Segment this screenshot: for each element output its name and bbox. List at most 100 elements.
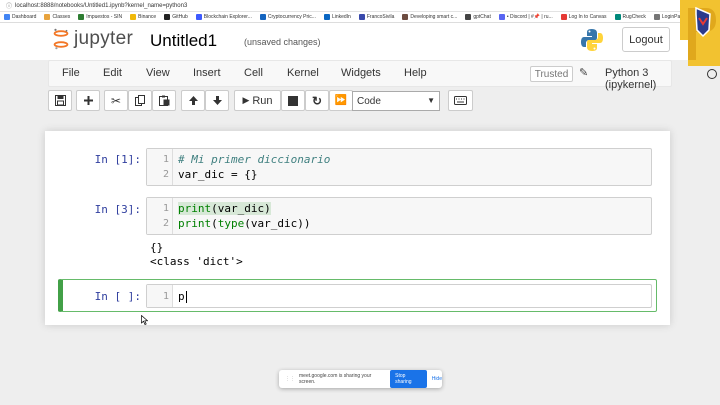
bookmark-label: Classes bbox=[52, 14, 71, 20]
notebook-title[interactable]: Untitled1 bbox=[150, 31, 217, 51]
bookmark-favicon-icon bbox=[4, 14, 10, 20]
code-line-active: p bbox=[178, 290, 187, 303]
bookmark-label: gptChat bbox=[473, 14, 491, 20]
restart-button[interactable]: ↻ bbox=[305, 90, 329, 111]
hide-button[interactable]: Hide bbox=[432, 376, 442, 382]
command-palette-button[interactable] bbox=[448, 90, 473, 111]
autosave-status: (unsaved changes) bbox=[244, 37, 321, 47]
bookmark-item[interactable]: Log In to Canvas bbox=[560, 14, 607, 20]
bookmark-label: Binance bbox=[138, 14, 157, 20]
save-button[interactable] bbox=[48, 90, 72, 111]
bookmark-item[interactable]: • Discord | #📌 | ru... bbox=[498, 14, 553, 20]
menu-insert[interactable]: Insert bbox=[193, 67, 221, 79]
cell-type-select[interactable]: Code ▼ bbox=[352, 91, 440, 111]
line-number: 1 bbox=[162, 203, 169, 214]
pencil-icon[interactable]: ✎ bbox=[579, 66, 588, 79]
bookmark-item[interactable]: Impuestos - SIN bbox=[78, 14, 122, 20]
browser-url-bar[interactable]: ⓘ localhost:8888/notebooks/Untitled1.ipy… bbox=[0, 0, 720, 12]
menu-edit[interactable]: Edit bbox=[103, 67, 122, 79]
arrow-down-icon bbox=[212, 96, 222, 105]
bookmark-item[interactable]: RugCheck bbox=[614, 14, 646, 20]
bookmark-label: Log In to Canvas bbox=[568, 14, 607, 20]
bookmark-label: Blockchain Explorer... bbox=[203, 14, 252, 20]
channel-logo-icon bbox=[680, 0, 720, 66]
code-line: var_dic = {} bbox=[178, 168, 258, 181]
bookmark-item[interactable]: Blockchain Explorer... bbox=[195, 14, 252, 20]
cell-prompt: In [3]: bbox=[94, 203, 141, 216]
bookmark-item[interactable]: Binance bbox=[130, 14, 156, 20]
code-cell-input[interactable]: 1 2 # Mi primer diccionario var_dic = {} bbox=[146, 148, 652, 186]
code-line: # Mi primer diccionario bbox=[178, 153, 331, 166]
info-icon[interactable]: ⓘ bbox=[6, 1, 12, 10]
bookmark-label: RugCheck bbox=[622, 14, 646, 20]
logout-button[interactable]: Logout bbox=[622, 27, 670, 52]
line-number: 1 bbox=[162, 154, 169, 165]
cell-output-line: <class 'dict'> bbox=[150, 255, 243, 268]
menu-view[interactable]: View bbox=[146, 67, 170, 79]
jupyter-header: jupyter Untitled1 (unsaved changes) Logo… bbox=[0, 23, 720, 60]
plus-icon bbox=[83, 96, 93, 105]
cell-type-value: Code bbox=[357, 95, 381, 107]
line-number: 2 bbox=[162, 218, 169, 229]
menu-kernel[interactable]: Kernel bbox=[287, 67, 319, 79]
bookmark-favicon-icon bbox=[560, 14, 567, 20]
copy-button[interactable] bbox=[128, 90, 152, 111]
code-cell-input[interactable]: 1 2 print(var_dic) print(type(var_dic)) bbox=[146, 197, 652, 235]
bookmark-item[interactable]: Cryptocurrency Pric... bbox=[259, 14, 316, 20]
bookmark-favicon-icon bbox=[614, 14, 621, 20]
move-up-button[interactable] bbox=[181, 90, 205, 111]
jupyter-logo[interactable]: jupyter bbox=[52, 28, 133, 50]
cut-button[interactable]: ✂ bbox=[104, 90, 128, 111]
menu-file[interactable]: File bbox=[62, 67, 80, 79]
bookmark-item[interactable]: LinkedIn bbox=[323, 14, 351, 20]
code-cell-input-active[interactable]: 1 p bbox=[146, 284, 652, 308]
bookmark-item[interactable]: Classes bbox=[44, 14, 70, 20]
bookmark-item[interactable]: Developing smart c... bbox=[402, 14, 457, 20]
restart-run-all-button[interactable]: ⏩ bbox=[329, 90, 353, 111]
bookmarks-bar: Dashboard Classes Impuestos - SIN Binance Gi… bbox=[0, 12, 720, 23]
trusted-indicator[interactable]: Trusted bbox=[530, 66, 573, 82]
code-line: print(type(var_dic)) bbox=[178, 217, 311, 230]
scissors-icon: ✂ bbox=[110, 93, 122, 108]
bookmark-favicon-icon bbox=[259, 14, 266, 20]
code-line: print(var_dic) bbox=[178, 202, 271, 215]
fast-forward-icon: ⏩ bbox=[334, 95, 348, 106]
refresh-icon: ↻ bbox=[311, 93, 323, 108]
paste-icon bbox=[158, 95, 169, 106]
menu-widgets[interactable]: Widgets bbox=[341, 67, 381, 79]
bookmark-favicon-icon bbox=[358, 14, 365, 20]
screen-share-bar: ⋮⋮ meet.google.com is sharing your scree… bbox=[279, 370, 442, 388]
run-button[interactable]: ▶ Run bbox=[234, 90, 281, 111]
bookmark-favicon-icon bbox=[44, 14, 51, 20]
play-icon: ▶ bbox=[242, 95, 250, 105]
move-down-button[interactable] bbox=[205, 90, 229, 111]
menu-help[interactable]: Help bbox=[404, 67, 427, 79]
arrow-up-icon bbox=[188, 96, 198, 105]
bookmark-item[interactable]: FrancoSivila bbox=[358, 14, 394, 20]
paste-button[interactable] bbox=[152, 90, 176, 111]
stop-sharing-button[interactable]: Stop sharing bbox=[390, 370, 427, 388]
bookmark-label: GitHub bbox=[172, 14, 188, 20]
bookmark-label: Impuestos - SIN bbox=[86, 14, 123, 20]
bookmark-item[interactable]: Dashboard bbox=[4, 14, 36, 20]
run-label: Run bbox=[252, 94, 273, 107]
stop-icon bbox=[288, 95, 298, 106]
cell-prompt: In [ ]: bbox=[94, 290, 141, 303]
jupyter-logo-text: jupyter bbox=[74, 28, 134, 49]
menu-cell[interactable]: Cell bbox=[244, 67, 263, 79]
bookmark-label: Cryptocurrency Pric... bbox=[267, 14, 316, 20]
bookmark-item[interactable]: gptChat bbox=[465, 14, 491, 20]
bookmark-item[interactable]: GitHub bbox=[164, 14, 188, 20]
bookmark-label: Developing smart c... bbox=[410, 14, 458, 20]
kernel-name[interactable]: Python 3 (ipykernel) bbox=[605, 67, 671, 91]
share-bar-handle-icon[interactable]: ⋮⋮ bbox=[285, 376, 295, 382]
notebook-toolbar: ✂ ▶ Run ↻ ⏩ Code ▼ bbox=[48, 89, 672, 113]
bookmark-label: • Discord | #📌 | ru... bbox=[506, 14, 553, 20]
url-text: localhost:8888/notebooks/Untitled1.ipynb… bbox=[15, 2, 188, 9]
cell-prompt: In [1]: bbox=[94, 153, 141, 166]
insert-cell-button[interactable] bbox=[76, 90, 100, 111]
cell-output-line: {} bbox=[150, 241, 164, 254]
interrupt-button[interactable] bbox=[281, 90, 305, 111]
text-cursor bbox=[185, 291, 187, 303]
bookmark-favicon-icon bbox=[402, 14, 409, 20]
